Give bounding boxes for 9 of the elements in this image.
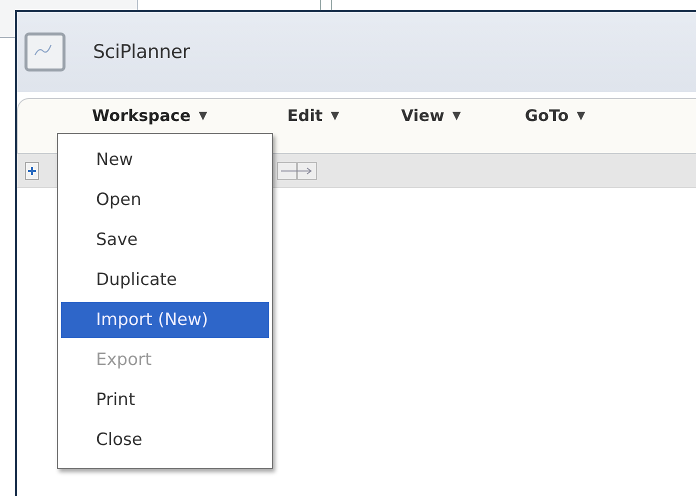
menu-item[interactable]: View ▼ bbox=[401, 107, 461, 125]
menu-item[interactable]: Workspace ▼ bbox=[92, 107, 208, 125]
link-arrows-icon[interactable] bbox=[277, 162, 317, 180]
menu-item[interactable]: GoTo ▼ bbox=[524, 107, 586, 125]
dropdown-item[interactable]: Import (New) bbox=[61, 302, 269, 338]
app-logo-icon bbox=[23, 31, 67, 73]
menu-item[interactable]: Edit ▼ bbox=[287, 107, 340, 125]
window-title: SciPlanner bbox=[93, 40, 190, 65]
add-icon[interactable] bbox=[25, 162, 39, 180]
